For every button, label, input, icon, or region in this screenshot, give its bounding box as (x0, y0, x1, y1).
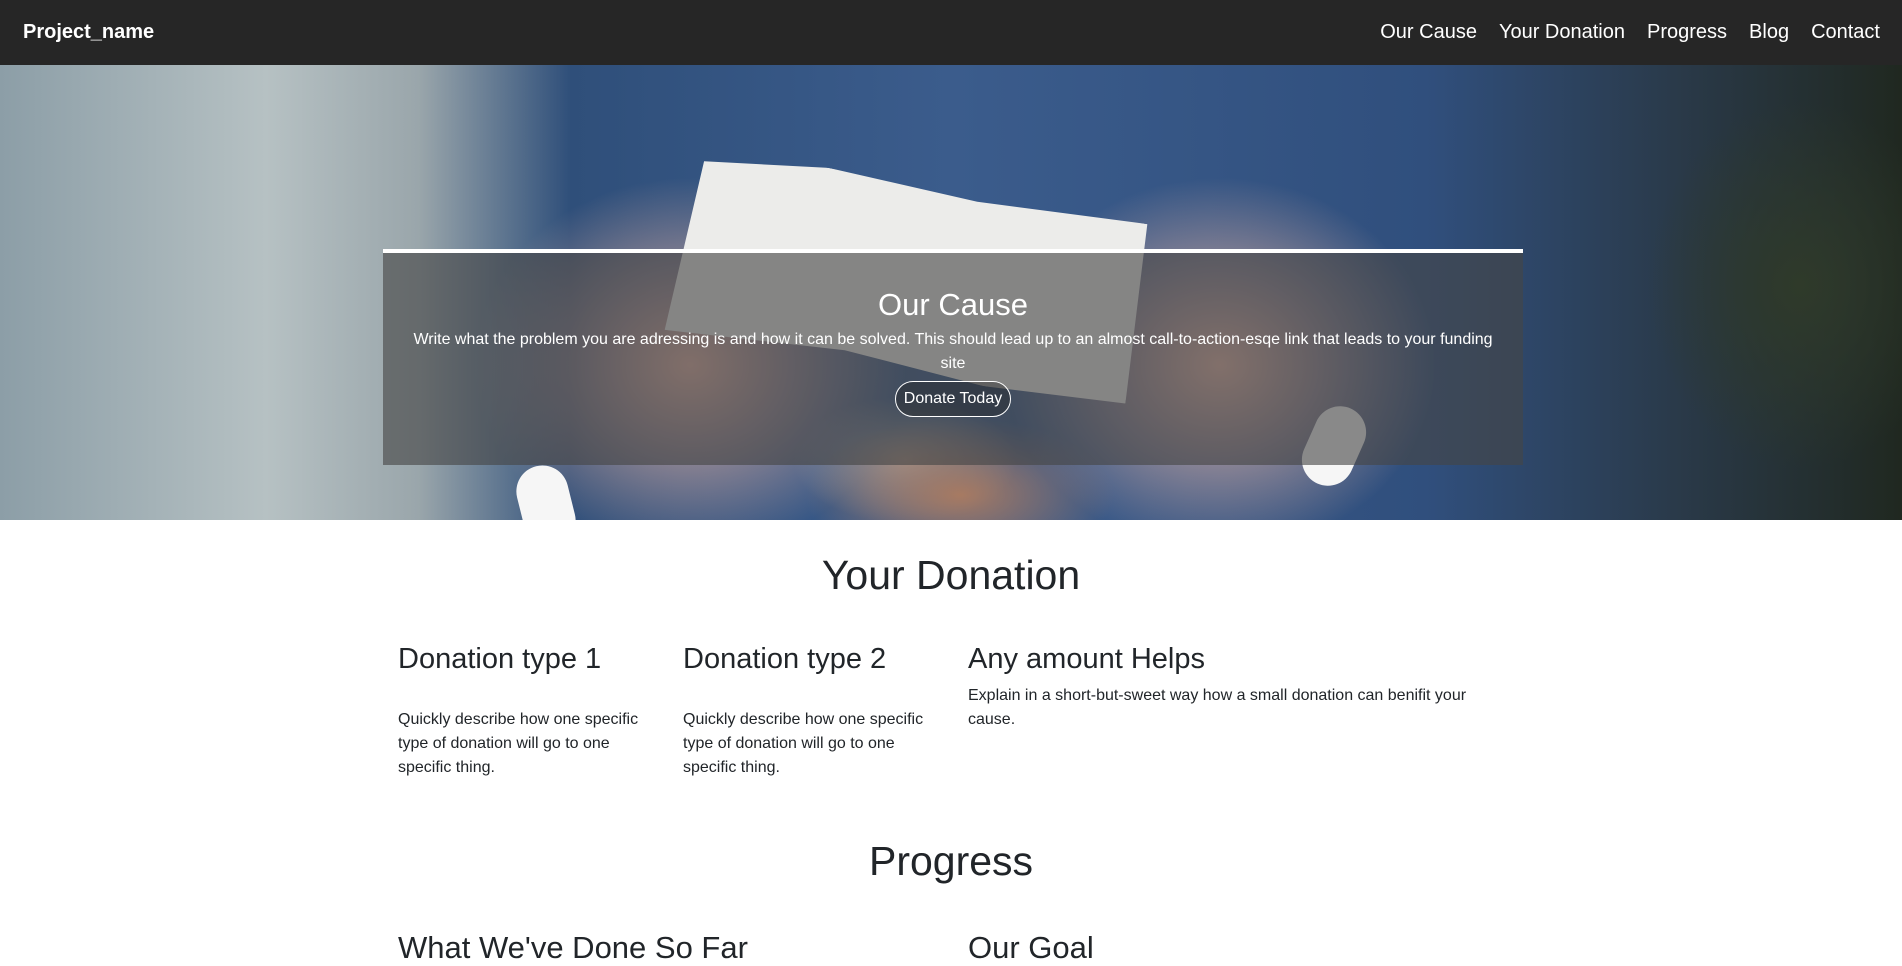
progress-title: Progress (868, 838, 1034, 884)
nav-links: Our Cause Your Donation Progress Blog Co… (1358, 21, 1880, 44)
brand-link[interactable]: Project_name (23, 21, 154, 44)
our-cause-card: Our Cause Write what the problem you are… (383, 249, 1523, 465)
hero-section: Our Cause Write what the problem you are… (0, 65, 1902, 520)
any-amount-helps-text: Explain in a short-but-sweet way how a s… (968, 687, 1467, 728)
nav-link-progress[interactable]: Progress (1647, 21, 1727, 44)
top-navbar: Project_name Our Cause Your Donation Pro… (0, 0, 1902, 65)
donation-type-2-title: Donation type 2 (683, 643, 887, 675)
nav-link-contact[interactable]: Contact (1811, 21, 1880, 44)
our-cause-title: Our Cause (878, 287, 1028, 322)
your-donation-title: Your Donation (821, 552, 1081, 598)
our-goal-title: Our Goal (968, 930, 1094, 965)
donation-type-1-text: Quickly describe how one specific type o… (398, 711, 639, 776)
donation-type-1-title: Donation type 1 (398, 643, 602, 675)
nav-link-our-cause[interactable]: Our Cause (1380, 21, 1477, 44)
nav-link-your-donation[interactable]: Your Donation (1499, 21, 1625, 44)
donation-type-2-text: Quickly describe how one specific type o… (683, 711, 924, 776)
nav-link-blog[interactable]: Blog (1749, 21, 1789, 44)
our-cause-text: Write what the problem you are adressing… (413, 331, 1493, 372)
hero-image-detail (510, 459, 582, 520)
done-so-far-title: What We've Done So Far (398, 930, 748, 965)
donate-today-button[interactable]: Donate Today (894, 381, 1012, 417)
any-amount-helps-title: Any amount Helps (968, 643, 1205, 675)
